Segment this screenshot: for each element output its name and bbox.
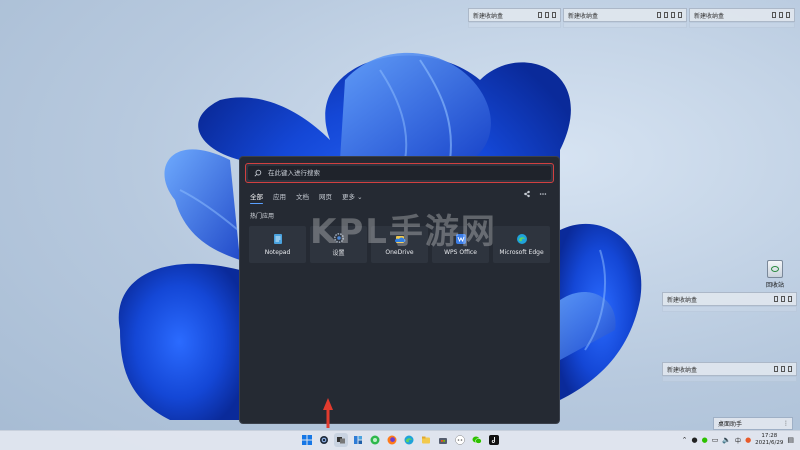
task-view-icon[interactable] <box>334 433 348 447</box>
tab-apps[interactable]: 应用 <box>273 191 286 201</box>
clock[interactable]: 17:28 2021/6/29 <box>755 433 783 447</box>
fence-body <box>689 22 795 28</box>
onedrive-icon <box>394 236 405 243</box>
recycle-bin[interactable]: 回收站 <box>762 260 788 289</box>
search-icon[interactable] <box>317 433 331 447</box>
app-tile-microsoft-edge[interactable]: Microsoft Edge <box>493 226 550 263</box>
volume-icon[interactable]: 🔈 <box>722 436 731 444</box>
panel-toolbar <box>523 190 547 198</box>
share-icon[interactable] <box>523 190 531 198</box>
firefox-icon[interactable] <box>385 433 399 447</box>
app-tile-wps-office[interactable]: WPS Office <box>432 226 489 263</box>
recycle-bin-icon <box>767 260 783 278</box>
wechat-icon[interactable] <box>470 433 484 447</box>
fence-controls[interactable] <box>657 12 682 18</box>
widgets-icon[interactable] <box>351 433 365 447</box>
chat-icon[interactable] <box>453 433 467 447</box>
wechat-tray-icon[interactable]: ● <box>702 436 708 444</box>
helper-menu-icon[interactable]: ⋮ <box>783 420 789 427</box>
recycle-bin-label: 回收站 <box>765 282 784 289</box>
clock-date: 2021/6/29 <box>755 440 784 446</box>
edge-icon <box>516 234 527 244</box>
tiktok-icon[interactable] <box>487 433 501 447</box>
fence-title: 新建收纳盒 <box>568 12 599 20</box>
tab-documents[interactable]: 文档 <box>296 191 309 201</box>
fence-header[interactable]: 新建收纳盒 <box>662 292 797 306</box>
red-arrow-annotation <box>323 398 333 428</box>
tab-all[interactable]: 全部 <box>250 191 263 204</box>
fence-body <box>662 376 797 382</box>
app-label: Microsoft Edge <box>499 249 544 256</box>
taskbar-apps <box>300 433 501 447</box>
store-icon[interactable] <box>436 433 450 447</box>
app-tile-settings[interactable]: 设置 <box>310 226 367 263</box>
fence-header[interactable]: 新建收纳盒 <box>689 8 795 22</box>
app-tile-onedrive[interactable]: OneDrive <box>371 226 428 263</box>
fence-title: 新建收纳盒 <box>667 366 698 374</box>
windows-start-icon[interactable] <box>300 433 314 447</box>
fence-header[interactable]: 新建收纳盒 <box>662 362 797 376</box>
app-label: OneDrive <box>385 249 414 256</box>
helper-label: 桌面助手 <box>718 421 743 428</box>
app-label: 设置 <box>332 250 345 257</box>
fence-controls[interactable] <box>538 12 556 18</box>
tab-more[interactable]: 更多 ⌄ <box>342 191 363 201</box>
system-tray: ⌃ ● ● ▭ 🔈 中 ● 17:28 2021/6/29 ▤ <box>682 433 794 447</box>
file-explorer-icon[interactable] <box>419 433 433 447</box>
fence-controls[interactable] <box>772 12 790 18</box>
chevron-up-icon[interactable]: ⌃ <box>682 436 688 444</box>
fence-title: 新建收纳盒 <box>667 296 698 304</box>
notepad-icon <box>273 234 282 244</box>
network-icon[interactable]: ▭ <box>712 436 719 444</box>
app-label: Notepad <box>264 249 291 256</box>
app-label: WPS Office <box>444 249 477 256</box>
fence-title: 新建收纳盒 <box>473 12 504 20</box>
more-options-icon[interactable] <box>539 190 547 198</box>
desktop-helper-widget[interactable]: 桌面助手 ⋮ <box>713 417 793 430</box>
top-apps-list: Notepad 设置 OneDrive WPS Office Microsoft… <box>249 226 550 263</box>
search-input[interactable] <box>266 168 550 178</box>
notification-center-icon[interactable]: ▤ <box>787 436 794 444</box>
wps-office-icon <box>455 234 466 244</box>
input-language-indicator[interactable]: 中 <box>735 436 741 445</box>
settings-gear-icon <box>333 233 344 243</box>
fence-controls[interactable] <box>774 296 792 302</box>
fence-body <box>563 22 687 28</box>
fence-header[interactable]: 新建收纳盒 <box>563 8 687 22</box>
tray-app-icon[interactable]: ● <box>691 436 697 444</box>
fence-body <box>468 22 561 28</box>
fence-controls[interactable] <box>774 366 792 372</box>
clock-time: 17:28 <box>761 433 778 439</box>
fence-header[interactable]: 新建收纳盒 <box>468 8 561 22</box>
app-tile-notepad[interactable]: Notepad <box>249 226 306 263</box>
notification-app-icon[interactable]: ● <box>745 436 751 444</box>
search-tabs: 全部 应用 文档 网页 更多 ⌄ <box>250 191 363 204</box>
taskbar: ⌃ ● ● ▭ 🔈 中 ● 17:28 2021/6/29 ▤ <box>0 430 800 450</box>
search-icon <box>254 169 262 177</box>
section-title: 热门应用 <box>250 213 275 220</box>
green-app-icon[interactable] <box>368 433 382 447</box>
fence-title: 新建收纳盒 <box>694 12 725 20</box>
tab-web[interactable]: 网页 <box>319 191 332 201</box>
fence-body <box>662 306 797 312</box>
edge-icon[interactable] <box>402 433 416 447</box>
search-box[interactable] <box>245 163 554 183</box>
search-panel: 全部 应用 文档 网页 更多 ⌄ 热门应用 Notepad 设置 OneDriv… <box>239 156 560 424</box>
